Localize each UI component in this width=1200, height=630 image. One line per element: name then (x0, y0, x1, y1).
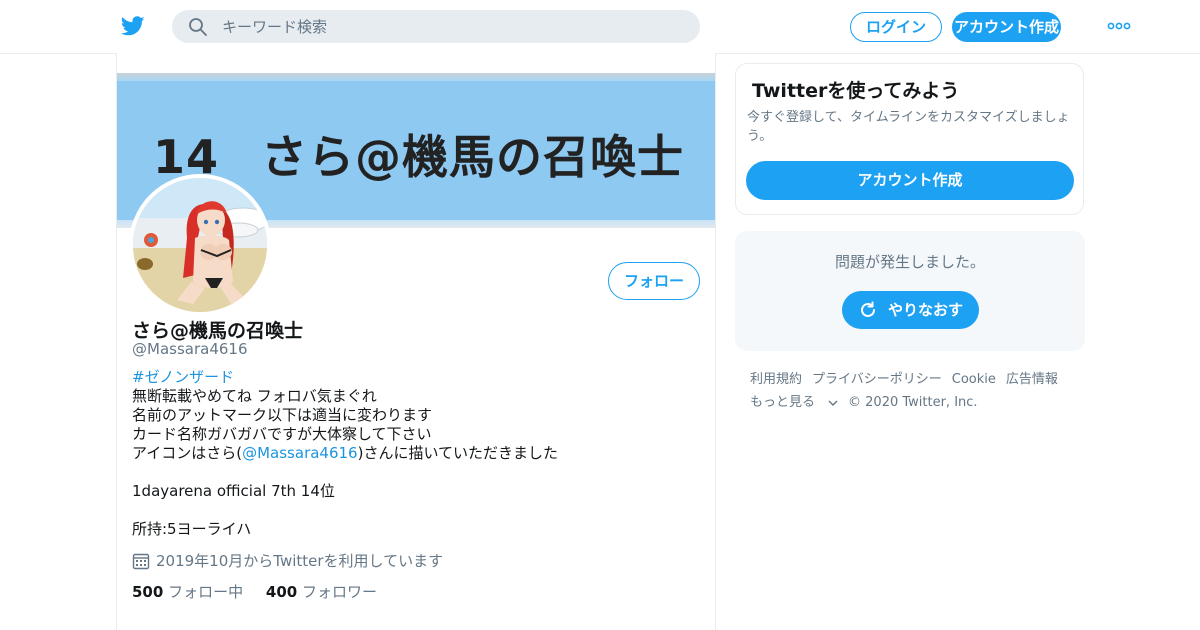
join-date-text: 2019年10月からTwitterを利用しています (156, 552, 444, 570)
refresh-icon (861, 301, 875, 317)
footer-cookie-link[interactable]: Cookie (952, 372, 996, 387)
user-handle[interactable]: @Massara4616 (132, 340, 248, 358)
banner-text: 14 さら@機馬の召喚士 (153, 121, 684, 187)
profile-bio: #ゼノンザード 無断転載やめてね フォロバ気まぐれ 名前のアットマーク以下は適当… (132, 368, 702, 539)
banner-top-stripe (117, 73, 715, 81)
bio-line: アイコンはさら(@Massara4616)さんに描いていただきました (132, 444, 702, 463)
calendar-icon (132, 553, 150, 570)
bio-line: 名前のアットマーク以下は適当に変わります (132, 406, 433, 424)
signup-card-button[interactable]: アカウント作成 (746, 161, 1074, 200)
banner-title: さら@機馬の召喚士 (261, 130, 685, 184)
retry-button[interactable]: やりなおす (842, 291, 979, 329)
following-label: フォロー中 (168, 583, 244, 601)
footer-more-link[interactable]: もっと見る (750, 395, 838, 410)
chevron-down-icon (828, 400, 838, 406)
more-dots-icon[interactable] (1106, 16, 1132, 36)
display-name[interactable]: さら@機馬の召喚士 (132, 316, 303, 343)
bio-line: 無断転載やめてね フォロバ気まぐれ (132, 387, 377, 405)
signup-card-title: Twitterを使ってみよう (752, 80, 960, 102)
bio-text: )さんに描いていただきました (357, 444, 559, 462)
signup-card: Twitterを使ってみよう 今すぐ登録して、タイムラインをカスタマイズしましょ… (735, 63, 1084, 215)
follow-stats: 500 フォロー中 400 フォロワー (132, 581, 395, 602)
footer-links: 利用規約 プライバシーポリシー Cookie 広告情報 もっと見る © 2020 Twi… (750, 368, 1080, 414)
mention-link[interactable]: @Massara4616 (242, 444, 358, 462)
bio-line: 1dayarena official 7th 14位 (132, 482, 335, 500)
footer-more-label: もっと見る (750, 395, 816, 410)
search-box[interactable] (172, 10, 700, 43)
search-icon (189, 18, 207, 36)
profile-column: 14 さら@機馬の召喚士 フォロー さら@機馬の召喚士 @Massara4616… (116, 53, 716, 630)
footer-copyright: © 2020 Twitter, Inc. (848, 395, 978, 410)
error-card: 問題が発生しました。 やりなおす (735, 231, 1085, 351)
avatar[interactable] (129, 174, 271, 316)
login-button[interactable]: ログイン (850, 12, 942, 42)
join-date: 2019年10月からTwitterを利用しています (132, 550, 443, 571)
footer-terms-link[interactable]: 利用規約 (750, 372, 802, 387)
footer-ads-link[interactable]: 広告情報 (1006, 372, 1058, 387)
followers-count: 400 (265, 583, 298, 601)
signup-button[interactable]: アカウント作成 (952, 12, 1061, 42)
bio-text: アイコンはさら( (132, 444, 243, 462)
followers-stat[interactable]: 400 フォロワー (266, 583, 377, 601)
bio-line: 所持:5ヨーライハ (132, 520, 252, 538)
search-input[interactable] (222, 10, 682, 43)
following-stat[interactable]: 500 フォロー中 (132, 583, 243, 601)
error-message: 問題が発生しました。 (834, 253, 985, 271)
top-bar: ログイン アカウント作成 (0, 0, 1200, 54)
hashtag-link[interactable]: #ゼノンザード (132, 368, 234, 386)
footer-privacy-link[interactable]: プライバシーポリシー (812, 372, 942, 387)
followers-label: フォロワー (301, 583, 377, 601)
retry-label: やりなおす (888, 301, 964, 319)
bio-line: カード名称ガバガバですが大体察して下さい (132, 425, 432, 443)
avatar-illustration (133, 178, 267, 312)
twitter-logo-icon[interactable] (120, 14, 146, 38)
signup-card-description: 今すぐ登録して、タイムラインをカスタマイズしましょう。 (747, 110, 1070, 144)
following-count: 500 (132, 583, 164, 601)
follow-button[interactable]: フォロー (608, 262, 700, 300)
